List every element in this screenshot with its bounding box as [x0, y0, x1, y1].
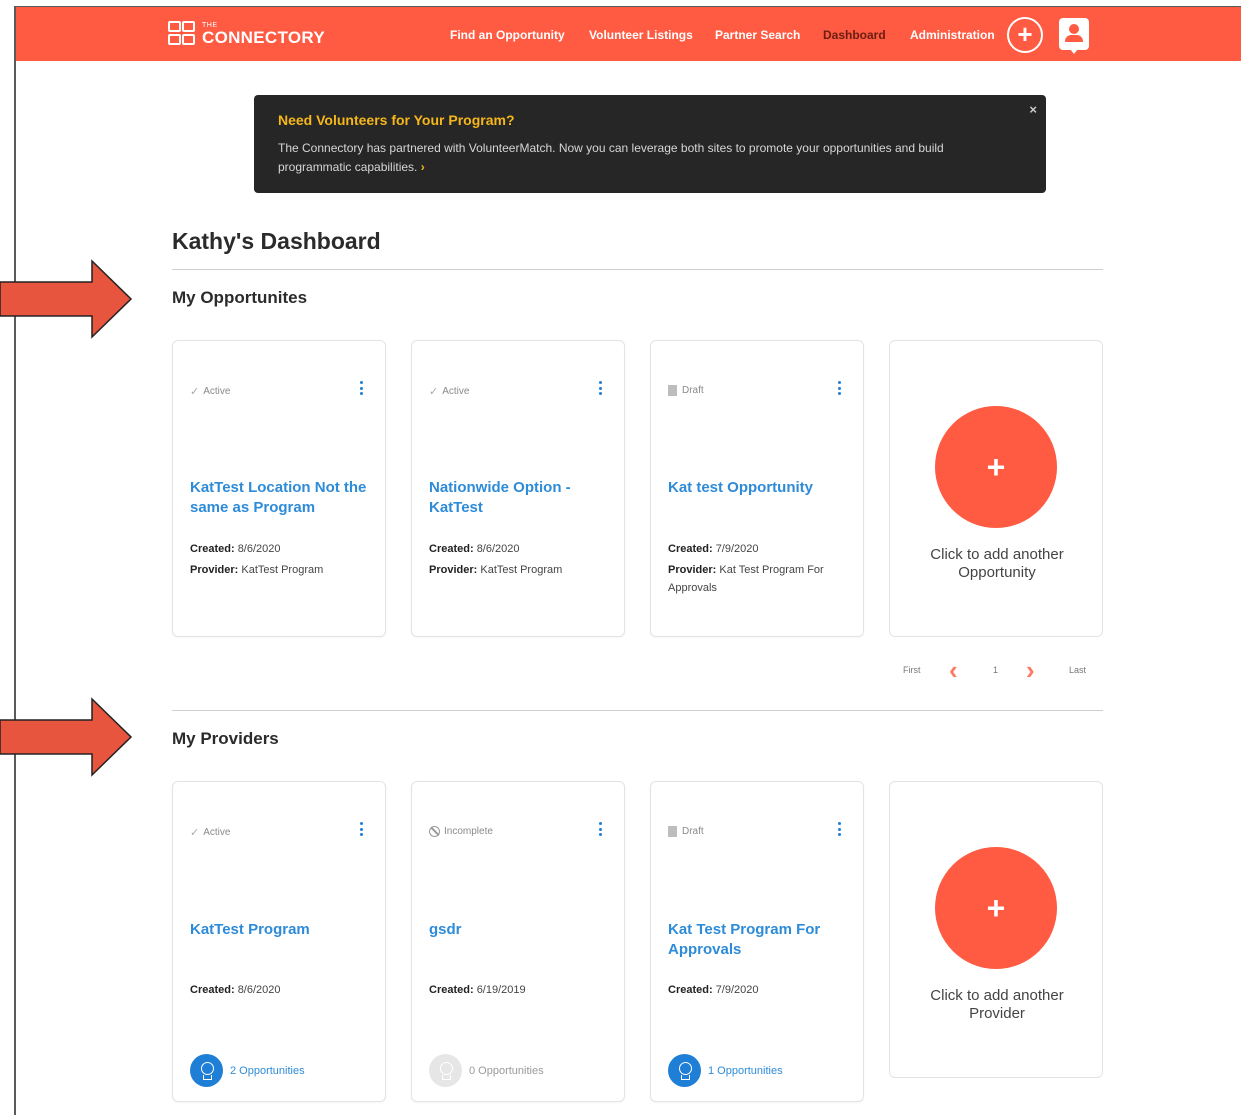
opportunity-card[interactable]: ✓ Active Nationwide Option - KatTest Crea… [411, 340, 625, 637]
add-opportunity-button[interactable]: + [935, 406, 1057, 528]
created-date: Created: 8/6/2020 [190, 984, 281, 996]
status-badge: Draft [668, 826, 704, 837]
annotation-arrow-icon [0, 697, 133, 777]
provider-title[interactable]: KatTest Program [190, 920, 375, 940]
provider-card[interactable]: Incomplete gsdr Created: 6/19/2019 0 Opp… [411, 781, 625, 1102]
banner-link-chevron-icon[interactable]: › [421, 160, 425, 174]
logo-name: CONNECTORY [202, 27, 325, 47]
created-date: Created: 8/6/2020 [429, 543, 520, 555]
banner-text: The Connectory has partnered with Volunt… [278, 139, 1008, 177]
status-badge: Draft [668, 385, 704, 396]
status-badge: ✓ Active [190, 827, 231, 839]
connectory-logo[interactable]: THE CONNECTORY [168, 20, 325, 48]
pagination: First ‹ 1 › Last [903, 655, 1103, 685]
banner-title: Need Volunteers for Your Program? [278, 112, 515, 128]
pager-page[interactable]: 1 [993, 665, 998, 675]
provider-card[interactable]: ✓ Active KatTest Program Created: 8/6/202… [172, 781, 386, 1102]
pager-last[interactable]: Last [1069, 665, 1086, 675]
document-icon [668, 385, 677, 396]
nav-partner-search[interactable]: Partner Search [715, 28, 800, 42]
banner-body: The Connectory has partnered with Volunt… [278, 141, 944, 174]
provider-card[interactable]: Draft Kat Test Program For Approvals Cre… [650, 781, 864, 1102]
add-provider-card[interactable]: + Click to add another Provider [889, 781, 1103, 1078]
status-badge: Incomplete [429, 826, 493, 837]
more-options-icon[interactable] [836, 822, 842, 836]
document-icon [668, 826, 677, 837]
nav-volunteer-listings[interactable]: Volunteer Listings [589, 28, 693, 42]
page-title: Kathy's Dashboard [172, 228, 381, 254]
annotation-arrow-icon [0, 259, 133, 339]
opportunity-title[interactable]: Kat test Opportunity [668, 478, 853, 498]
user-profile-icon[interactable] [1059, 18, 1089, 54]
volunteermatch-banner: Need Volunteers for Your Program? The Co… [254, 95, 1046, 193]
lightbulb-icon [190, 1054, 223, 1087]
created-date: Created: 7/9/2020 [668, 543, 759, 555]
check-icon: ✓ [190, 386, 200, 398]
more-options-icon[interactable] [358, 822, 364, 836]
provider-name: Provider: KatTest Program [429, 564, 563, 576]
close-icon[interactable]: × [1029, 102, 1037, 117]
divider [172, 710, 1103, 711]
provider-name: Provider: KatTest Program [190, 564, 324, 576]
opportunities-count[interactable]: 1 Opportunities [668, 1054, 783, 1087]
divider [172, 269, 1103, 270]
add-provider-label: Click to add another Provider [930, 987, 1064, 1022]
section-title-providers: My Providers [172, 729, 279, 748]
pager-first[interactable]: First [903, 665, 921, 675]
add-opportunity-label: Click to add another Opportunity [930, 546, 1064, 581]
status-badge: ✓ Active [429, 386, 470, 398]
ban-icon [429, 826, 440, 837]
more-options-icon[interactable] [597, 822, 603, 836]
check-icon: ✓ [429, 386, 439, 398]
add-new-button[interactable]: + [1007, 17, 1043, 53]
add-provider-button[interactable]: + [935, 847, 1057, 969]
nav-administration[interactable]: Administration [910, 28, 995, 42]
nav-find-opportunity[interactable]: Find an Opportunity [450, 28, 565, 42]
opportunity-card[interactable]: Draft Kat test Opportunity Created: 7/9/… [650, 340, 864, 637]
lightbulb-icon [429, 1054, 462, 1087]
opportunities-count[interactable]: 0 Opportunities [429, 1054, 544, 1087]
lightbulb-icon [668, 1054, 701, 1087]
logo-mark-icon [168, 21, 198, 47]
opportunity-title[interactable]: Nationwide Option - KatTest [429, 478, 614, 518]
opportunity-card[interactable]: ✓ Active KatTest Location Not the same as… [172, 340, 386, 637]
provider-title[interactable]: Kat Test Program For Approvals [668, 920, 853, 960]
created-date: Created: 6/19/2019 [429, 984, 526, 996]
more-options-icon[interactable] [836, 381, 842, 395]
opportunities-count[interactable]: 2 Opportunities [190, 1054, 305, 1087]
section-title-opportunities: My Opportunites [172, 288, 308, 307]
more-options-icon[interactable] [597, 381, 603, 395]
created-date: Created: 8/6/2020 [190, 543, 281, 555]
provider-name: Provider: Kat Test Program For Approvals [668, 564, 824, 594]
add-opportunity-card[interactable]: + Click to add another Opportunity [889, 340, 1103, 637]
chevron-right-icon[interactable]: › [1026, 655, 1035, 686]
status-badge: ✓ Active [190, 386, 231, 398]
opportunity-title[interactable]: KatTest Location Not the same as Program [190, 478, 375, 518]
provider-title[interactable]: gsdr [429, 920, 614, 940]
check-icon: ✓ [190, 827, 200, 839]
chevron-left-icon[interactable]: ‹ [949, 655, 958, 686]
nav-dashboard[interactable]: Dashboard [823, 28, 886, 42]
more-options-icon[interactable] [358, 381, 364, 395]
created-date: Created: 7/9/2020 [668, 984, 759, 996]
